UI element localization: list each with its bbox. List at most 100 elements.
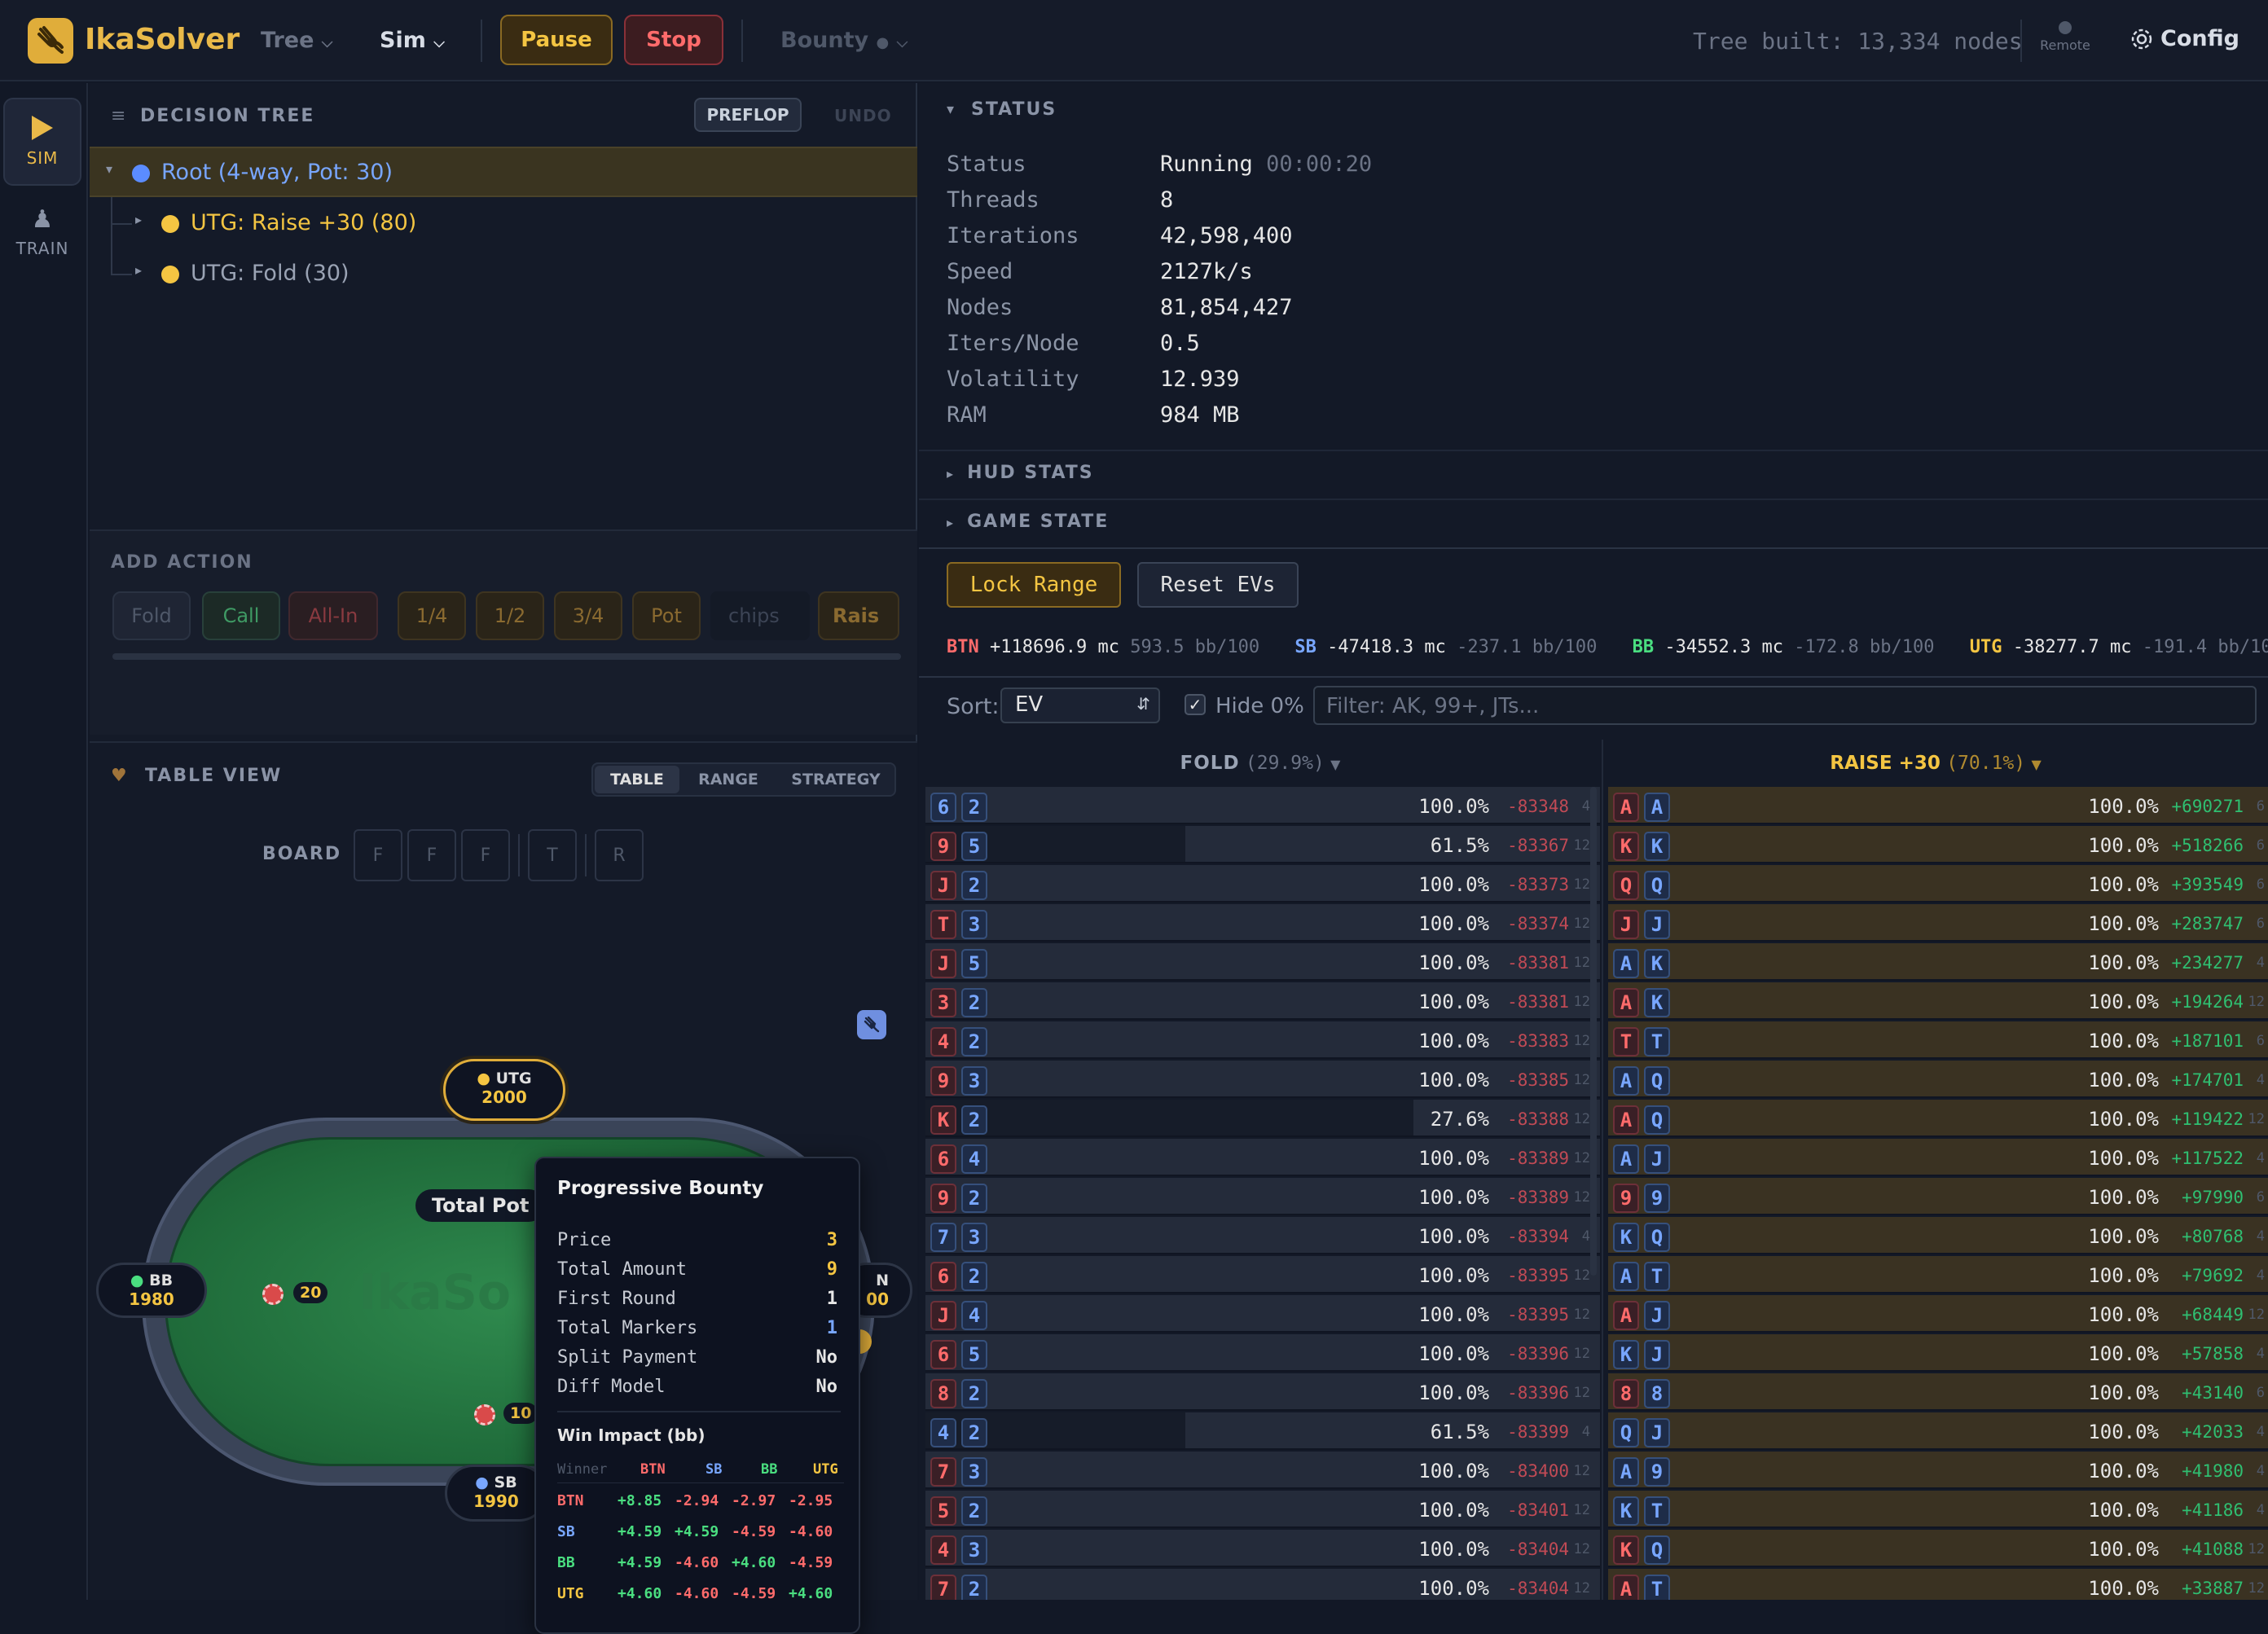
hand-frequency: 100.0%: [2088, 1186, 2159, 1209]
hand-row[interactable]: T 3 100.0% -83374 12: [925, 904, 1600, 942]
config-button[interactable]: Config: [2130, 26, 2239, 51]
hand-row[interactable]: 6 4 100.0% -83389 12: [925, 1139, 1600, 1176]
win-cell: +4.60: [732, 1554, 776, 1571]
hand-row[interactable]: A J 100.0% +117522 4: [1608, 1139, 2268, 1176]
hand-row[interactable]: 3 2 100.0% -83381 12: [925, 982, 1600, 1020]
tab-range[interactable]: RANGE: [683, 766, 774, 793]
lock-range-button[interactable]: Lock Range: [947, 562, 1121, 608]
board-card-slot[interactable]: T: [528, 829, 577, 881]
hand-row[interactable]: 9 2 100.0% -83389 12: [925, 1178, 1600, 1215]
tree-node-utg-raise[interactable]: ▸ UTG: Raise +30 (80): [90, 199, 917, 248]
tree-node-utg-fold[interactable]: ▸ UTG: Fold (30): [90, 249, 917, 298]
undo-button[interactable]: UNDO: [834, 106, 892, 125]
hand-row[interactable]: 9 3 100.0% -83385 12: [925, 1061, 1600, 1098]
filter-input[interactable]: Filter: AK, 99+, JTs...: [1313, 686, 2257, 725]
sim-menu[interactable]: Sim ⌵: [380, 28, 445, 53]
fold-column-header[interactable]: FOLD (29.9%) ▼: [919, 741, 1602, 782]
hand-row[interactable]: 4 2 100.0% -83383 12: [925, 1021, 1600, 1059]
hand-row[interactable]: 7 3 100.0% -83400 12: [925, 1452, 1600, 1489]
reset-evs-button[interactable]: Reset EVs: [1137, 562, 1299, 608]
call-action-button[interactable]: Call: [202, 591, 280, 640]
hand-row[interactable]: 6 2 100.0% -83348 4: [925, 787, 1600, 824]
hand-row[interactable]: A K 100.0% +194264 12: [1608, 982, 2268, 1020]
hand-row[interactable]: J 5 100.0% -83381 12: [925, 943, 1600, 981]
hand-row[interactable]: A Q 100.0% +119422 12: [1608, 1100, 2268, 1137]
sort-select[interactable]: EV ⇵: [1000, 687, 1160, 723]
seat-utg[interactable]: ● UTG 2000: [443, 1059, 565, 1121]
hand-combo-count: 12: [2248, 1541, 2265, 1557]
tree-menu[interactable]: Tree ⌵: [261, 28, 332, 53]
hand-row[interactable]: 4 2 61.5% -83399 4: [925, 1412, 1600, 1450]
hand-row[interactable]: 9 5 61.5% -83367 12: [925, 826, 1600, 863]
status-collapse-icon[interactable]: ▾: [947, 101, 954, 118]
hand-card: T: [1644, 1262, 1670, 1291]
tree-node-root[interactable]: ▾ Root (4-way, Pot: 30): [90, 147, 917, 197]
bounty-toggle-icon[interactable]: [857, 1010, 886, 1039]
hide-zero-checkbox[interactable]: ✓: [1185, 694, 1206, 715]
hand-row[interactable]: Q Q 100.0% +393549 6: [1608, 865, 2268, 903]
fold-list-scrollbar[interactable]: [1590, 787, 1597, 1276]
hand-row[interactable]: A A 100.0% +690271 6: [1608, 787, 2268, 824]
hand-row[interactable]: A Q 100.0% +174701 4: [1608, 1061, 2268, 1098]
hud-stats-toggle[interactable]: ▸ HUD STATS: [947, 463, 1094, 483]
fold-action-button[interactable]: Fold: [112, 591, 191, 640]
rail-sim-button[interactable]: SIM: [3, 98, 81, 186]
hand-row[interactable]: 7 3 100.0% -83394 4: [925, 1217, 1600, 1254]
seat-bb[interactable]: ● BB 1980: [96, 1263, 207, 1318]
pause-button[interactable]: Pause: [500, 15, 613, 65]
quarter-pot-button[interactable]: 1/4: [398, 591, 466, 640]
win-cell: -4.60: [789, 1523, 833, 1540]
hand-row[interactable]: 5 2 100.0% -83401 12: [925, 1491, 1600, 1528]
hand-row[interactable]: K Q 100.0% +80768 4: [1608, 1217, 2268, 1254]
board-card-slot[interactable]: F: [461, 829, 510, 881]
three-quarter-pot-button[interactable]: 3/4: [554, 591, 622, 640]
hand-row[interactable]: A 9 100.0% +41980 4: [1608, 1452, 2268, 1489]
rail-train-button[interactable]: ♟ TRAIN: [3, 205, 81, 279]
hand-card: 9: [1644, 1457, 1670, 1487]
hand-row[interactable]: 8 8 100.0% +43140 6: [1608, 1373, 2268, 1411]
bounty-menu[interactable]: Bounty ● ⌵: [780, 28, 908, 53]
remote-indicator[interactable]: Remote: [2037, 21, 2094, 53]
stop-button[interactable]: Stop: [624, 15, 723, 65]
board-card-slot[interactable]: F: [407, 829, 456, 881]
hand-card: 9: [930, 1184, 956, 1213]
hand-row[interactable]: 4 3 100.0% -83404 12: [925, 1530, 1600, 1567]
board-card-slot[interactable]: F: [354, 829, 402, 881]
tab-strategy[interactable]: STRATEGY: [777, 766, 894, 793]
hand-row[interactable]: J 4 100.0% -83395 12: [925, 1295, 1600, 1333]
hand-combo-count: 12: [1573, 1307, 1590, 1323]
hand-row[interactable]: K J 100.0% +57858 4: [1608, 1334, 2268, 1372]
hand-combo-count: 12: [1573, 1072, 1590, 1088]
horizontal-scrollbar[interactable]: [112, 653, 901, 660]
game-state-toggle[interactable]: ▸ GAME STATE: [947, 512, 1109, 532]
hand-row[interactable]: T T 100.0% +187101 6: [1608, 1021, 2268, 1059]
hand-row[interactable]: 6 2 100.0% -83395 12: [925, 1256, 1600, 1294]
hand-frequency: 100.0%: [2088, 1381, 2159, 1404]
raise-column-header[interactable]: RAISE +30 (70.1%) ▼: [1603, 741, 2268, 782]
tab-table[interactable]: TABLE: [595, 766, 679, 793]
hand-row[interactable]: A K 100.0% +234277 4: [1608, 943, 2268, 981]
hand-combo-count: 4: [2256, 1346, 2265, 1362]
hand-row[interactable]: K 2 27.6% -83388 12: [925, 1100, 1600, 1137]
hand-row[interactable]: 7 2 100.0% -83404 12: [925, 1569, 1600, 1600]
hand-row[interactable]: K T 100.0% +41186 4: [1608, 1491, 2268, 1528]
preflop-button[interactable]: PREFLOP: [694, 98, 802, 132]
hand-row[interactable]: A J 100.0% +68449 12: [1608, 1295, 2268, 1333]
half-pot-button[interactable]: 1/2: [476, 591, 544, 640]
hand-row[interactable]: K K 100.0% +518266 6: [1608, 826, 2268, 863]
hand-row[interactable]: J J 100.0% +283747 6: [1608, 904, 2268, 942]
raise-action-button[interactable]: Rais: [818, 591, 899, 640]
allin-action-button[interactable]: All-In: [288, 591, 378, 640]
pot-button[interactable]: Pot: [632, 591, 701, 640]
seat-sb[interactable]: ● SB 1990: [445, 1465, 547, 1522]
hand-row[interactable]: Q J 100.0% +42033 4: [1608, 1412, 2268, 1450]
hand-row[interactable]: A T 100.0% +33887 12: [1608, 1569, 2268, 1600]
hand-row[interactable]: J 2 100.0% -83373 12: [925, 865, 1600, 903]
hand-row[interactable]: A T 100.0% +79692 4: [1608, 1256, 2268, 1294]
hand-row[interactable]: 8 2 100.0% -83396 12: [925, 1373, 1600, 1411]
chips-input[interactable]: chips: [710, 591, 810, 640]
hand-row[interactable]: K Q 100.0% +41088 12: [1608, 1530, 2268, 1567]
board-card-slot[interactable]: R: [595, 829, 644, 881]
hand-row[interactable]: 9 9 100.0% +97990 6: [1608, 1178, 2268, 1215]
hand-row[interactable]: 6 5 100.0% -83396 12: [925, 1334, 1600, 1372]
